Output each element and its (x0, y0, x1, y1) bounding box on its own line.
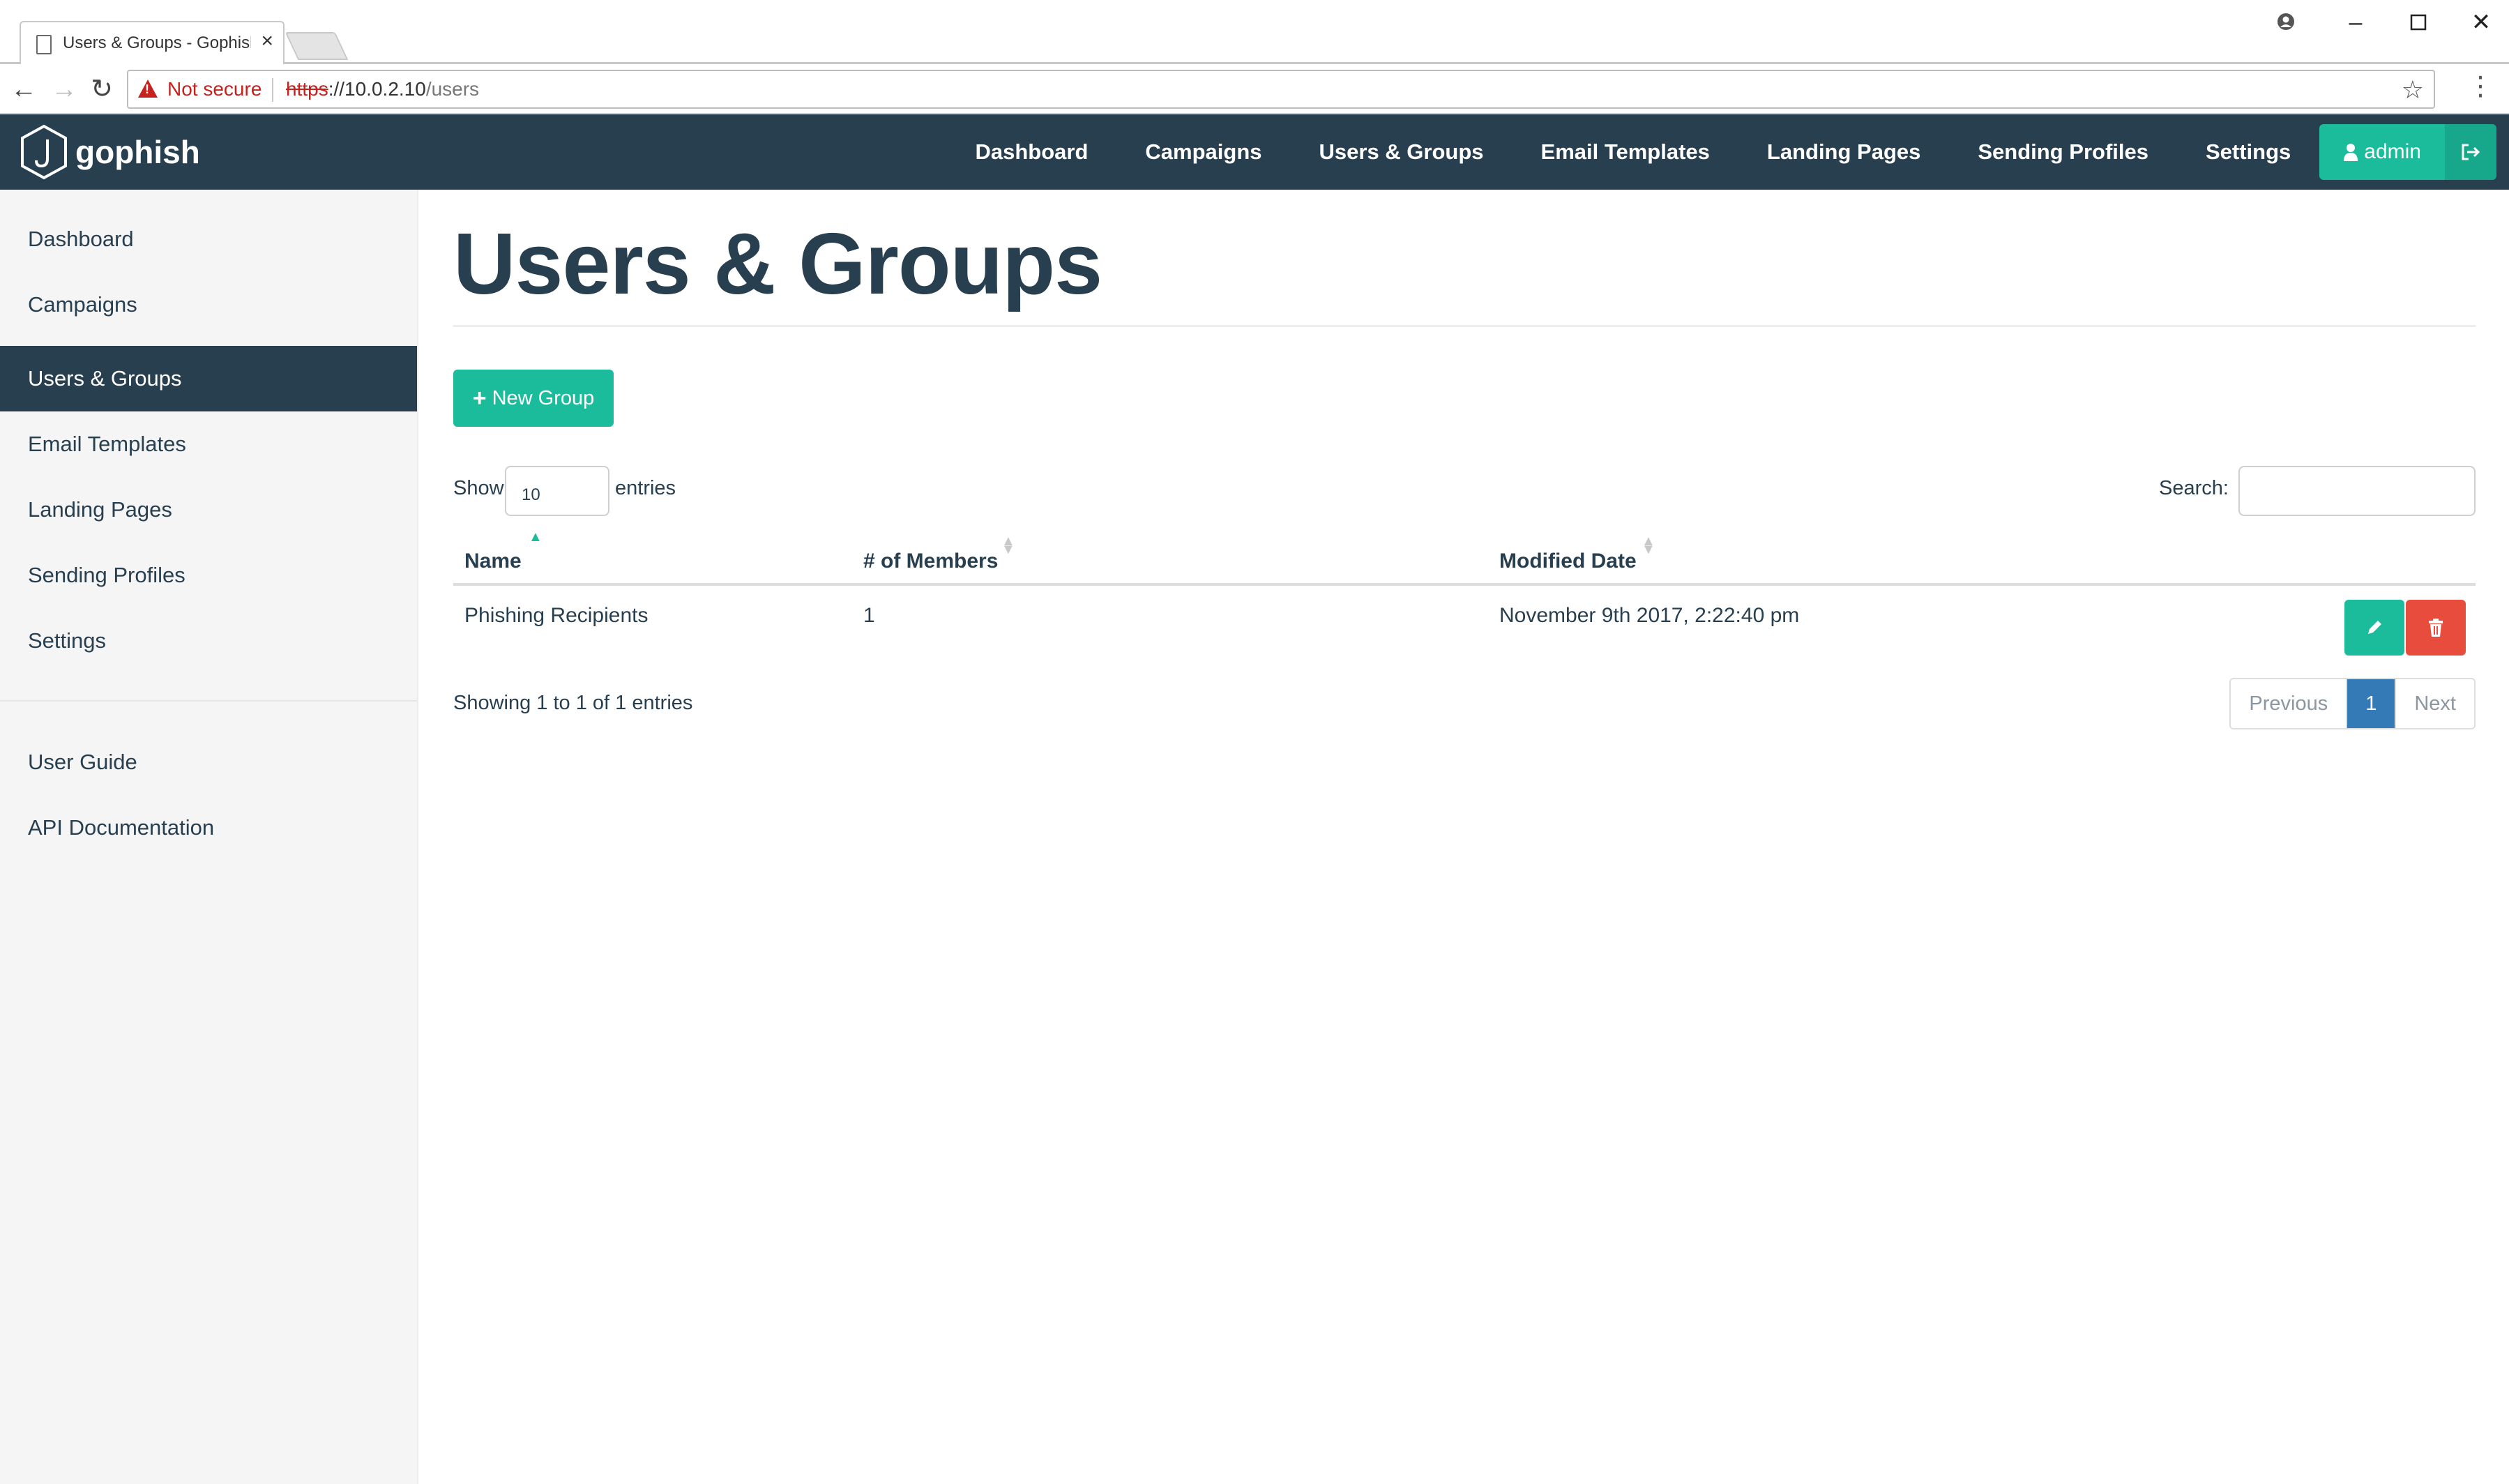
new-group-label: New Group (492, 386, 595, 409)
sidebar-item-landing-pages[interactable]: Landing Pages (0, 477, 417, 543)
column-label: # of Members (863, 550, 999, 573)
plus-icon: + (472, 384, 487, 411)
sidebar-item-email-templates[interactable]: Email Templates (0, 411, 417, 477)
browser-tabstrip: Users & Groups - Gophish × – ✕ (0, 0, 2509, 66)
bookmark-star-icon[interactable]: ☆ (2402, 75, 2424, 105)
top-navbar: gophish Dashboard Campaigns Users & Grou… (0, 114, 2509, 190)
sidebar-item-campaigns[interactable]: Campaigns (0, 272, 417, 338)
url-host: ://10.0.2.10 (328, 78, 426, 100)
user-icon (2344, 144, 2358, 161)
nav-users-groups[interactable]: Users & Groups (1291, 139, 1513, 165)
sidebar: Dashboard Campaigns Users & Groups Email… (0, 190, 418, 1484)
nav-dashboard[interactable]: Dashboard (946, 139, 1116, 165)
column-header-members[interactable]: # of Members ▲ ▼ (863, 534, 1015, 573)
tab-title: Users & Groups - Gophish (63, 33, 251, 52)
page-icon (36, 35, 52, 54)
warning-icon (138, 80, 158, 98)
sidebar-item-dashboard[interactable]: Dashboard (0, 206, 417, 272)
page-1-button[interactable]: 1 (2347, 679, 2395, 728)
group-name-cell: Phishing Recipients (464, 604, 649, 627)
column-label: Name (464, 550, 522, 573)
new-tab-button[interactable] (285, 32, 349, 60)
previous-page-button[interactable]: Previous (2231, 679, 2348, 728)
modified-date-cell: November 9th 2017, 2:22:40 pm (1499, 604, 1800, 627)
profile-icon[interactable] (2258, 3, 2314, 42)
title-divider (453, 325, 2476, 327)
browser-menu-icon[interactable]: ⋮ (2467, 71, 2494, 102)
maximize-icon[interactable] (2390, 3, 2446, 42)
column-label: Modified Date (1499, 550, 1637, 573)
browser-tab[interactable]: Users & Groups - Gophish × (20, 21, 285, 66)
trash-icon (2429, 619, 2443, 637)
column-header-modified[interactable]: Modified Date ▲ ▼ (1499, 534, 1655, 573)
sort-icon: ▲ ▼ (1642, 533, 1655, 557)
new-group-button[interactable]: + New Group (453, 370, 614, 427)
table-header: Name ▲ # of Members ▲ ▼ Modified Date ▲ ▼ (453, 530, 2476, 586)
pagination: Previous 1 Next (2229, 678, 2476, 729)
brand[interactable]: gophish (20, 121, 200, 183)
url-path: /users (425, 78, 480, 100)
brand-name: gophish (75, 134, 200, 170)
user-button-group: admin (2319, 124, 2496, 180)
reload-icon[interactable]: ↻ (86, 74, 117, 105)
sort-icon: ▲ ▼ (1001, 533, 1015, 557)
sign-out-icon (2462, 144, 2480, 160)
members-cell: 1 (863, 604, 875, 627)
pencil-icon (2368, 621, 2381, 634)
next-page-button[interactable]: Next (2395, 679, 2474, 728)
close-window-icon[interactable]: ✕ (2453, 3, 2509, 42)
address-bar-row: ← → ↻ Not secure https://10.0.2.10/users… (0, 64, 2509, 114)
close-tab-icon[interactable]: × (261, 29, 273, 52)
sidebar-item-api-docs[interactable]: API Documentation (0, 795, 417, 861)
delete-button[interactable] (2406, 600, 2466, 656)
logout-button[interactable] (2445, 124, 2496, 180)
security-indicator[interactable]: Not secure (167, 78, 261, 100)
gophish-logo-icon (21, 124, 67, 180)
sidebar-item-user-guide[interactable]: User Guide (0, 729, 417, 795)
sidebar-item-users-groups[interactable]: Users & Groups (0, 346, 417, 411)
table-row: Phishing Recipients 1 November 9th 2017,… (453, 589, 2476, 665)
admin-label: admin (2364, 140, 2421, 163)
sidebar-item-sending-profiles[interactable]: Sending Profiles (0, 543, 417, 608)
entries-label: entries (615, 477, 676, 499)
nav-sending-profiles[interactable]: Sending Profiles (1949, 139, 2177, 165)
nav-links: Dashboard Campaigns Users & Groups Email… (946, 114, 2509, 190)
sidebar-item-settings[interactable]: Settings (0, 608, 417, 674)
nav-landing-pages[interactable]: Landing Pages (1738, 139, 1949, 165)
back-icon[interactable]: ← (8, 74, 39, 105)
nav-email-templates[interactable]: Email Templates (1513, 139, 1738, 165)
edit-button[interactable] (2344, 600, 2404, 656)
page-title: Users & Groups (453, 216, 1102, 312)
divider (272, 78, 273, 102)
url-text: https://10.0.2.10/users (286, 78, 479, 100)
show-label: Show (453, 477, 504, 499)
nav-campaigns[interactable]: Campaigns (1116, 139, 1290, 165)
table-info: Showing 1 to 1 of 1 entries (453, 692, 693, 714)
search-label: Search: (2159, 477, 2229, 499)
forward-icon[interactable]: → (49, 74, 79, 105)
sort-asc-icon: ▲ (529, 529, 543, 545)
sidebar-divider (0, 700, 417, 702)
search-input[interactable] (2238, 466, 2476, 516)
url-input[interactable]: Not secure https://10.0.2.10/users ☆ (127, 70, 2435, 109)
admin-button[interactable]: admin (2319, 124, 2445, 180)
nav-settings[interactable]: Settings (2177, 139, 2319, 165)
column-header-name[interactable]: Name ▲ (464, 530, 543, 573)
page-size-select[interactable]: 10 (505, 466, 609, 516)
url-scheme: https (286, 78, 328, 100)
minimize-icon[interactable]: – (2328, 3, 2383, 42)
